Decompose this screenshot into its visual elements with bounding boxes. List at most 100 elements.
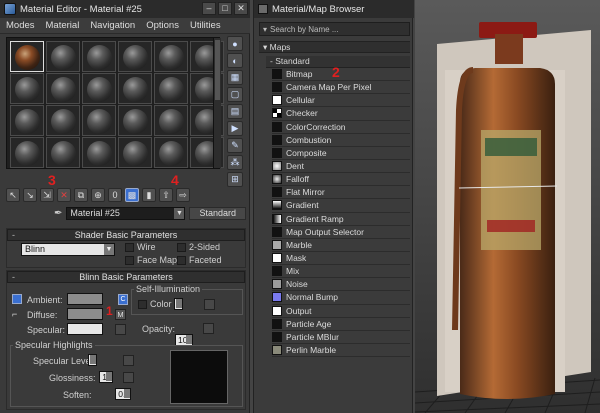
minimize-button[interactable]: –	[202, 2, 216, 15]
menu-options[interactable]: Options	[146, 20, 179, 31]
map-item-colorcorrection[interactable]: ColorCorrection	[272, 121, 410, 134]
sample-slot[interactable]	[46, 73, 80, 104]
sample-slot[interactable]	[154, 105, 188, 136]
map-item-combustion[interactable]: Combustion	[272, 134, 410, 147]
assign-material-icon[interactable]: ⇲	[40, 188, 54, 202]
map-item-particle-mblur[interactable]: Particle MBlur	[272, 331, 410, 344]
map-item-mask[interactable]: Mask	[272, 252, 410, 266]
glossiness-map-button[interactable]	[123, 372, 134, 383]
specular-map-button[interactable]	[115, 324, 126, 335]
sample-slot[interactable]	[10, 137, 44, 168]
map-item-gradient[interactable]: Gradient	[272, 199, 410, 213]
shader-dropdown[interactable]: Blinn ▼	[21, 243, 115, 256]
material-id-icon[interactable]: 0	[108, 188, 122, 202]
diffuse-map-button[interactable]: M	[115, 309, 126, 320]
sample-slot[interactable]	[118, 41, 152, 72]
menu-navigation[interactable]: Navigation	[90, 20, 135, 31]
diffuse-color-swatch[interactable]	[67, 308, 103, 320]
sample-slot[interactable]	[46, 41, 80, 72]
show-end-result-icon[interactable]: ▮	[142, 188, 156, 202]
scrollbar-thumb[interactable]	[215, 40, 220, 100]
close-button[interactable]: ✕	[234, 2, 248, 15]
self-illum-color-checkbox[interactable]: Color	[138, 299, 172, 309]
map-item-checker[interactable]: Checker	[272, 107, 410, 121]
specular-level-spinner[interactable]: 0	[88, 354, 97, 366]
sample-slot[interactable]	[46, 105, 80, 136]
sample-slot-scrollbar[interactable]	[213, 38, 221, 168]
sample-slot[interactable]	[10, 105, 44, 136]
sample-slot[interactable]	[82, 73, 116, 104]
make-unique-icon[interactable]: ⧉	[74, 188, 88, 202]
sample-slot[interactable]	[154, 41, 188, 72]
opacity-map-button[interactable]	[203, 323, 214, 334]
sample-slot[interactable]	[82, 105, 116, 136]
pick-material-icon[interactable]: ✒	[54, 208, 62, 219]
chevron-down-icon[interactable]: ▼	[174, 208, 185, 219]
material-editor-titlebar[interactable]: Material Editor - Material #25 – □ ✕	[0, 0, 250, 18]
get-material-icon[interactable]: ↖	[6, 188, 20, 202]
lock-diffuse-specular-icon[interactable]: ⌐	[12, 309, 17, 319]
lock-ambient-icon[interactable]: C	[118, 294, 128, 305]
map-item-camera-map-per-pixel[interactable]: Camera Map Per Pixel	[272, 81, 410, 95]
maximize-button[interactable]: □	[218, 2, 232, 15]
material-type-button[interactable]: Standard	[189, 207, 246, 220]
checkbox-box[interactable]	[125, 255, 134, 265]
put-to-library-icon[interactable]: ⊕	[91, 188, 105, 202]
background-icon[interactable]: ▦	[227, 70, 243, 85]
map-item-perlin-marble[interactable]: Perlin Marble	[272, 344, 410, 358]
map-item-cellular[interactable]: Cellular	[272, 94, 410, 108]
make-preview-icon[interactable]: ▶	[227, 121, 243, 136]
perspective-viewport[interactable]	[415, 0, 600, 413]
sample-slot[interactable]	[118, 105, 152, 136]
sample-slot[interactable]	[154, 73, 188, 104]
menu-material[interactable]: Material	[46, 20, 80, 31]
show-shaded-material-icon[interactable]: ▩	[125, 188, 139, 202]
sample-uv-tiling-icon[interactable]: ▢	[227, 87, 243, 102]
lock-ambient-diffuse-icon[interactable]	[12, 294, 22, 304]
wire-checkbox[interactable]: Wire	[125, 242, 156, 252]
map-item-marble[interactable]: Marble	[272, 239, 410, 252]
map-item-output[interactable]: Output	[272, 305, 410, 318]
material-name-field[interactable]: Material #25 ▼	[66, 207, 186, 220]
browser-titlebar[interactable]: Material/Map Browser	[254, 0, 414, 18]
map-item-falloff[interactable]: Falloff	[272, 173, 410, 187]
go-to-parent-icon[interactable]: ⇧	[159, 188, 173, 202]
map-item-particle-age[interactable]: Particle Age	[272, 318, 410, 331]
self-illum-map-button[interactable]	[204, 299, 215, 310]
shader-rollout-header[interactable]: - Shader Basic Parameters	[7, 229, 245, 241]
checkbox-box[interactable]	[177, 255, 186, 265]
map-item-gradient-ramp[interactable]: Gradient Ramp	[272, 213, 410, 226]
backlight-icon[interactable]: ◐	[227, 53, 243, 68]
soften-spinner[interactable]: 0.1	[115, 388, 132, 400]
maps-section-header[interactable]: ▾ Maps	[259, 41, 410, 53]
sample-slot[interactable]	[10, 73, 44, 104]
checkbox-box[interactable]	[177, 242, 186, 252]
sample-slot[interactable]	[118, 73, 152, 104]
browser-search-input[interactable]: ▾ Search by Name ...	[259, 22, 410, 36]
sample-slot[interactable]	[118, 137, 152, 168]
glossiness-spinner[interactable]: 10	[99, 371, 113, 383]
map-item-composite[interactable]: Composite	[272, 147, 410, 160]
map-item-flat-mirror[interactable]: Flat Mirror	[272, 186, 410, 200]
specular-level-map-button[interactable]	[123, 355, 134, 366]
map-item-map-output-selector[interactable]: Map Output Selector	[272, 226, 410, 239]
face-map-checkbox[interactable]: Face Map	[125, 255, 177, 265]
reset-map-icon[interactable]: ✕	[57, 188, 71, 202]
select-by-material-icon[interactable]: ⁂	[227, 155, 243, 170]
sample-slot[interactable]	[82, 41, 116, 72]
menu-utilities[interactable]: Utilities	[190, 20, 221, 31]
map-item-noise[interactable]: Noise	[272, 278, 410, 292]
options-icon[interactable]: ✎	[227, 138, 243, 153]
map-item-mix[interactable]: Mix	[272, 265, 410, 279]
map-item-dent[interactable]: Dent	[272, 160, 410, 174]
self-illum-spinner[interactable]: 0	[174, 298, 183, 310]
checkbox-box[interactable]	[138, 299, 147, 309]
video-color-check-icon[interactable]: ▤	[227, 104, 243, 119]
faceted-checkbox[interactable]: Faceted	[177, 255, 222, 265]
blinn-rollout-header[interactable]: - Blinn Basic Parameters	[7, 271, 245, 283]
two-sided-checkbox[interactable]: 2-Sided	[177, 242, 220, 252]
sample-slot-active[interactable]	[10, 41, 44, 72]
ambient-color-swatch[interactable]	[67, 293, 103, 305]
sample-type-icon[interactable]: ●	[227, 36, 243, 51]
sample-slot[interactable]	[82, 137, 116, 168]
